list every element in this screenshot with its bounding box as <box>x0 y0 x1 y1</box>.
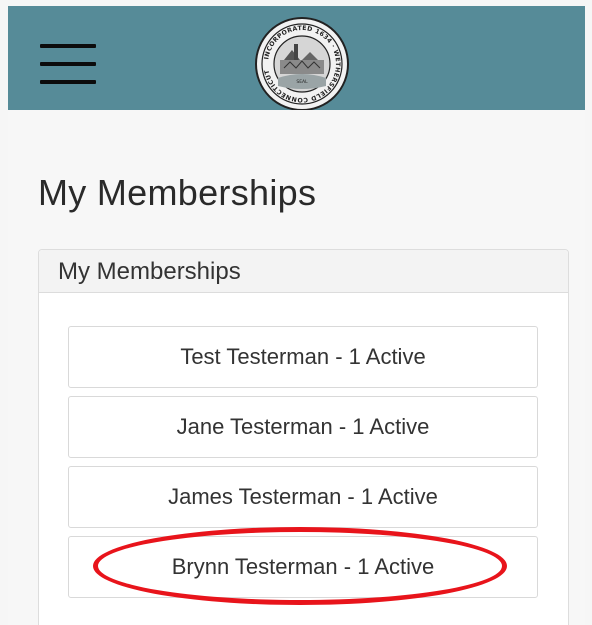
app-screen: INCORPORATED 1634 · WETHERSFIELD CONNECT… <box>0 0 592 625</box>
membership-item-jane[interactable]: Jane Testerman - 1 Active <box>68 396 538 458</box>
menu-line <box>40 62 96 66</box>
page-title: My Memberships <box>38 172 317 213</box>
memberships-panel: My Memberships Test Testerman - 1 Active… <box>38 249 569 625</box>
panel-heading-title: My Memberships <box>58 258 241 285</box>
membership-item-test[interactable]: Test Testerman - 1 Active <box>68 326 538 388</box>
membership-item-label: Test Testerman - 1 Active <box>180 344 426 369</box>
menu-line <box>40 80 96 84</box>
panel-heading: My Memberships <box>39 250 568 293</box>
main-content: My Memberships My Memberships Test Teste… <box>8 110 585 625</box>
hamburger-menu-icon[interactable] <box>40 44 96 84</box>
town-seal-icon[interactable]: INCORPORATED 1634 · WETHERSFIELD CONNECT… <box>254 16 350 112</box>
top-navigation-bar: INCORPORATED 1634 · WETHERSFIELD CONNECT… <box>8 6 585 112</box>
menu-line <box>40 44 96 48</box>
membership-item-label: Brynn Testerman - 1 Active <box>171 554 435 579</box>
membership-item-brynn[interactable]: Brynn Testerman - 1 Active <box>68 536 538 598</box>
seal-center-text: SEAL <box>296 79 308 85</box>
membership-item-label: Jane Testerman - 1 Active <box>176 414 430 439</box>
membership-item-label: James Testerman - 1 Active <box>168 484 438 509</box>
membership-item-james[interactable]: James Testerman - 1 Active <box>68 466 538 528</box>
